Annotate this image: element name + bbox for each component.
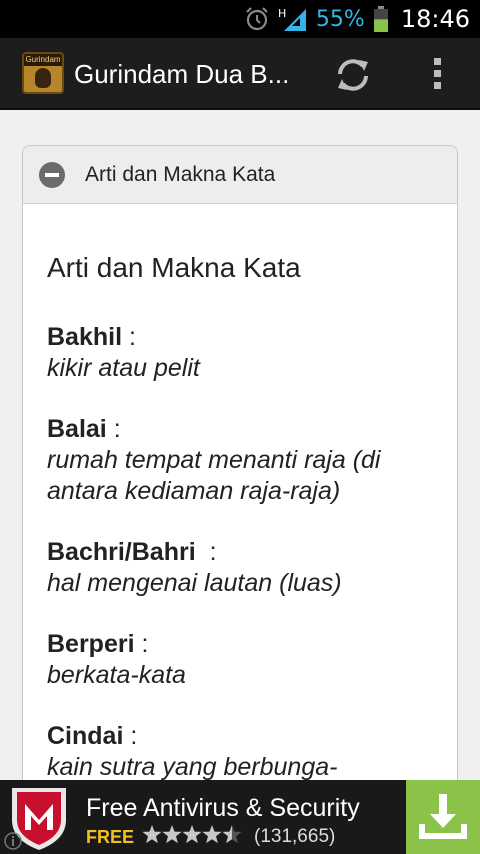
- entry-colon: :: [134, 630, 149, 658]
- glossary-entry: Bakhil : kikir atau pelit: [47, 322, 433, 384]
- glossary-entry: Bachri/Bahri : hal mengenai lautan (luas…: [47, 537, 433, 599]
- entry-colon: :: [122, 323, 136, 351]
- download-button[interactable]: [406, 780, 480, 854]
- entry-meaning: berkata-kata: [47, 661, 186, 689]
- glossary-entry: Balai : rumah tempat menanti raja (di an…: [47, 414, 433, 507]
- status-bar: H 55% 18:46: [0, 0, 480, 38]
- main-content[interactable]: Arti dan Makna Kata Arti dan Makna Kata …: [0, 110, 480, 780]
- entry-meaning: rumah tempat menanti raja (di antara ked…: [47, 446, 381, 505]
- star-icon: [142, 825, 162, 844]
- glossary-entry: Berperi : berkata-kata: [47, 629, 433, 691]
- collapse-icon[interactable]: [39, 162, 65, 188]
- battery-percent: 55%: [315, 6, 365, 32]
- battery-icon: [373, 6, 388, 32]
- entry-colon: :: [195, 538, 217, 566]
- signal-icon: H: [278, 7, 306, 31]
- star-icon: [202, 825, 222, 844]
- section-heading: Arti dan Makna Kata: [47, 252, 301, 283]
- entry-term-line: Balai :: [47, 414, 433, 445]
- card-body: Arti dan Makna Kata Bakhil : kikir atau …: [23, 204, 457, 780]
- ad-title: Free Antivirus & Security: [86, 794, 360, 822]
- app-icon-figure: [35, 68, 51, 88]
- entry-term: Bachri/Bahri: [47, 538, 196, 566]
- entry-meaning: hal mengenai lautan (luas): [47, 569, 342, 597]
- overflow-menu-icon[interactable]: [420, 52, 456, 96]
- glossary-entry: Cindai : kain sutra yang berbunga-: [47, 721, 433, 780]
- ad-info-icon[interactable]: [4, 832, 22, 850]
- entry-term: Cindai: [47, 722, 124, 750]
- app-title[interactable]: Gurindam Dua B...: [74, 38, 314, 110]
- download-icon: [419, 794, 467, 839]
- star-icon: [182, 825, 202, 844]
- action-bar: Gurindam Gurindam Dua B...: [0, 38, 480, 110]
- alarm-icon: [246, 7, 268, 31]
- star-icon: [162, 825, 182, 844]
- star-rating: [142, 825, 242, 844]
- app-icon[interactable]: Gurindam: [22, 52, 64, 94]
- star-icon: [222, 825, 242, 844]
- entry-term: Berperi: [47, 630, 135, 658]
- ad-banner[interactable]: Free Antivirus & Security FREE (131,665): [0, 780, 480, 854]
- entry-colon: :: [123, 722, 138, 750]
- card-header[interactable]: Arti dan Makna Kata: [23, 146, 457, 204]
- card-header-title: Arti dan Makna Kata: [85, 163, 276, 186]
- entry-term-line: Bakhil :: [47, 322, 433, 353]
- entry-colon: :: [106, 415, 121, 443]
- refresh-icon[interactable]: [332, 54, 374, 96]
- entry-term-line: Bachri/Bahri :: [47, 537, 433, 568]
- entry-meaning: kain sutra yang berbunga-: [47, 753, 338, 780]
- ad-price: FREE: [86, 827, 135, 847]
- app-icon-text: Gurindam: [24, 54, 62, 66]
- clock-time: 18:46: [400, 5, 470, 33]
- entry-meaning: kikir atau pelit: [47, 354, 200, 382]
- entry-term: Balai: [47, 415, 107, 443]
- network-type-label: H: [278, 7, 286, 20]
- collapsible-card: Arti dan Makna Kata Arti dan Makna Kata …: [22, 145, 458, 780]
- entry-term-line: Cindai :: [47, 721, 433, 752]
- entry-term: Bakhil: [47, 323, 123, 351]
- rating-count: (131,665): [254, 826, 336, 847]
- status-icons: H 55% 18:46: [244, 0, 470, 38]
- entry-term-line: Berperi :: [47, 629, 433, 660]
